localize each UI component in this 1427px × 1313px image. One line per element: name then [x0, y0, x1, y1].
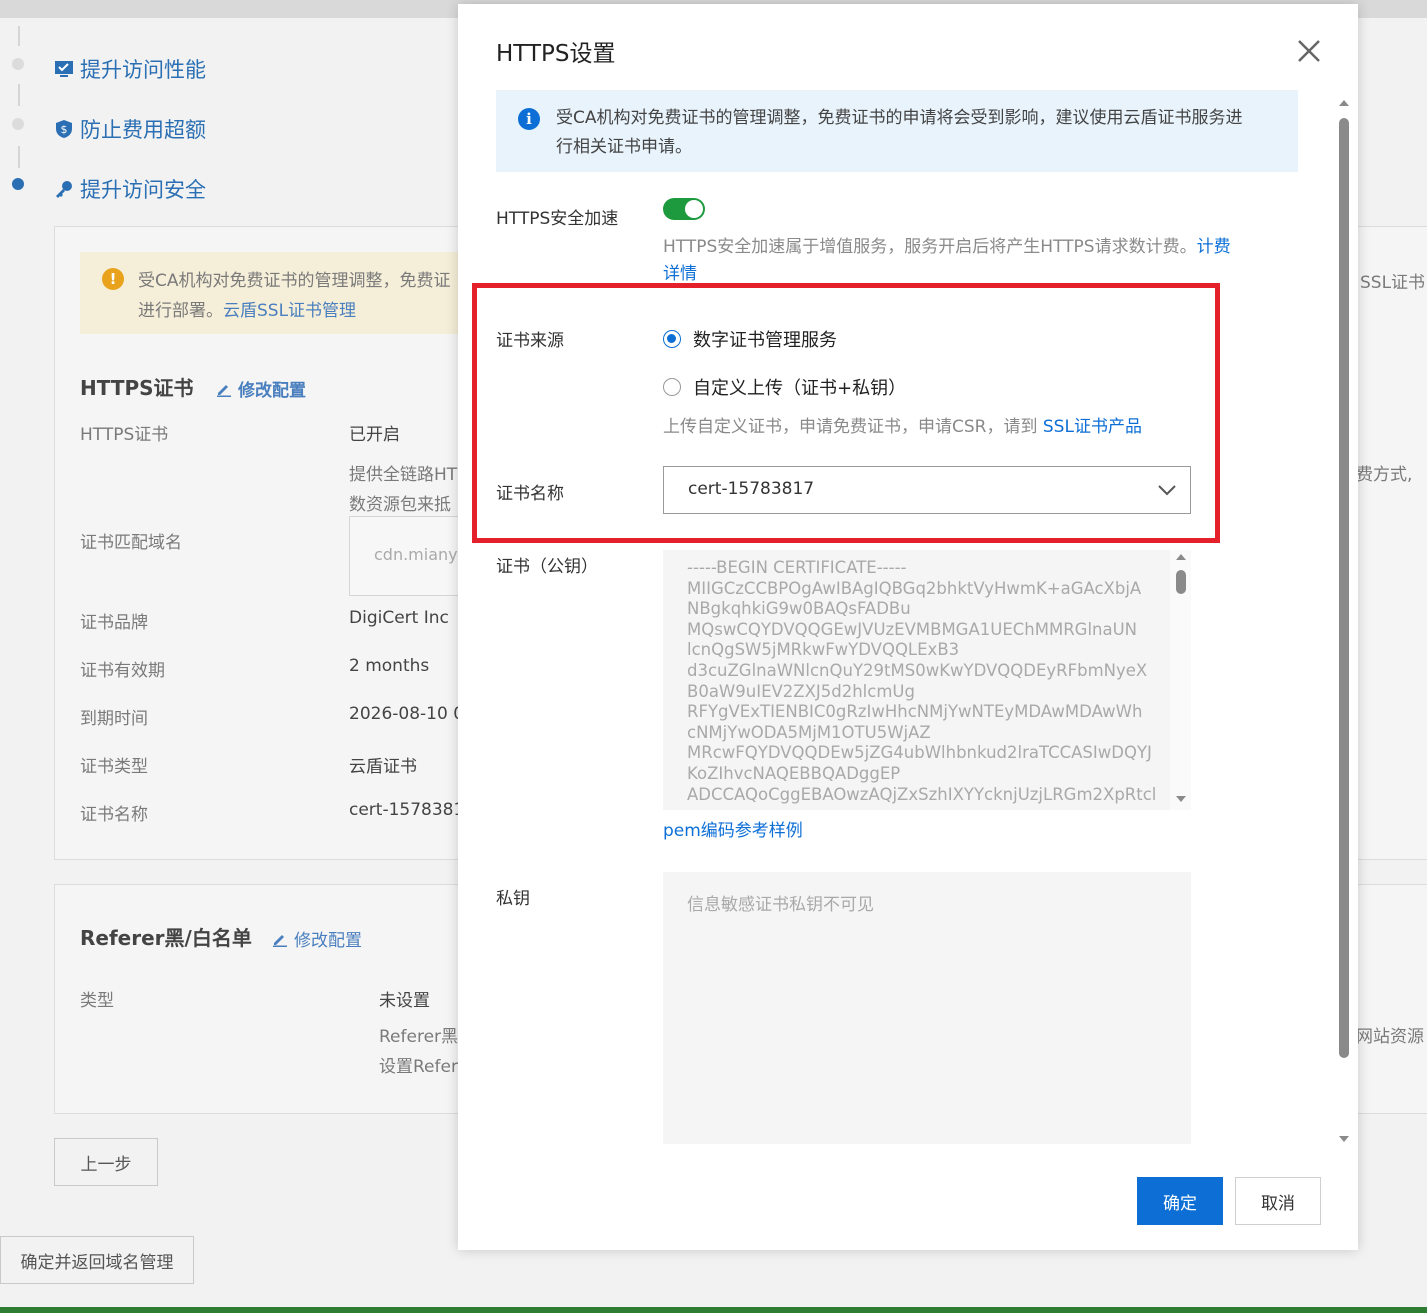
step-label: 提升访问安全 — [80, 178, 206, 202]
radio-custom-upload[interactable]: 自定义上传（证书+私钥） — [663, 374, 906, 400]
toggle-knob — [685, 200, 703, 218]
scroll-thumb[interactable] — [1339, 118, 1349, 1058]
step-line — [18, 26, 20, 46]
row-value: 2 months — [349, 656, 430, 676]
referer-card-title: Referer黑/白名单 — [80, 926, 252, 950]
bg-fragment: 网站资源 — [1356, 1027, 1424, 1047]
https-edit-link[interactable]: 修改配置 — [216, 376, 306, 401]
https-accel-help: HTTPS安全加速属于增值服务，服务开启后将产生HTTPS请求数计费。计费 详情 — [663, 237, 1231, 284]
scroll-up-arrow[interactable] — [1339, 100, 1349, 106]
row-value: 已开启 — [349, 425, 400, 445]
close-icon[interactable] — [1294, 36, 1324, 66]
https-accel-toggle[interactable] — [663, 198, 705, 220]
radio-label: 自定义上传（证书+私钥） — [693, 378, 907, 399]
monitor-check-icon — [55, 61, 73, 77]
cert-name-value: cert-15783817 — [688, 479, 815, 499]
pem-example-link[interactable]: pem编码参考样例 — [663, 818, 803, 845]
https-settings-dialog: HTTPS设置 i 受CA机构对免费证书的管理调整，免费证书的申请将会受到影响，… — [458, 4, 1358, 1250]
scroll-down-arrow[interactable] — [1339, 1136, 1349, 1142]
public-key-scrollbar[interactable] — [1170, 550, 1191, 810]
info-icon: i — [518, 108, 540, 130]
radio-circle — [663, 378, 681, 396]
https-accel-label: HTTPS安全加速 — [496, 209, 619, 229]
private-key-placeholder: 信息敏感证书私钥不可见 — [687, 895, 874, 915]
cert-name-label: 证书名称 — [496, 484, 564, 504]
row-value: 云盾证书 — [349, 757, 417, 777]
referer-type-value: 未设置 — [379, 991, 430, 1011]
row-value: 2026-08-10 0 — [349, 704, 465, 724]
pencil-icon — [273, 934, 287, 947]
step-security[interactable]: 提升访问安全 — [54, 174, 206, 204]
billing-details-link[interactable]: 详情 — [663, 264, 697, 284]
dialog-title: HTTPS设置 — [496, 41, 616, 67]
cancel-button[interactable]: 取消 — [1235, 1177, 1321, 1225]
private-key-label: 私钥 — [496, 889, 530, 909]
scroll-up-arrow[interactable] — [1176, 554, 1186, 560]
step-performance[interactable]: 提升访问性能 — [54, 54, 206, 84]
warning-icon: ! — [102, 268, 124, 290]
cert-name-select[interactable]: cert-15783817 — [663, 466, 1191, 514]
info-banner: i 受CA机构对免费证书的管理调整，免费证书的申请将会受到影响，建议使用云盾证书… — [496, 90, 1298, 172]
row-label: 证书类型 — [80, 757, 148, 777]
warning-line1: 受CA机构对免费证书的管理调整，免费证 — [138, 271, 451, 291]
referer-edit-link[interactable]: 修改配置 — [272, 926, 362, 951]
pencil-icon — [217, 384, 231, 397]
private-key-textarea[interactable]: 信息敏感证书私钥不可见 — [663, 872, 1191, 1144]
step-line — [18, 84, 20, 106]
public-key-textarea[interactable]: -----BEGIN CERTIFICATE----- MIIGCzCCBPOg… — [663, 550, 1191, 810]
https-desc: 提供全链路HT — [349, 465, 458, 485]
step-dot-active — [12, 178, 24, 190]
scroll-thumb[interactable] — [1176, 570, 1186, 594]
row-label: 证书有效期 — [80, 661, 165, 681]
billing-link[interactable]: 计费 — [1197, 237, 1231, 257]
row-label: 到期时间 — [80, 709, 148, 729]
bottom-bar — [0, 1307, 1427, 1313]
chevron-down-icon — [1158, 485, 1176, 496]
bg-fragment: 费方式, — [1356, 465, 1413, 485]
info-text: 受CA机构对免费证书的管理调整，免费证书的申请将会受到影响，建议使用云盾证书服务… — [556, 108, 1243, 157]
warning-line2: 进行部署。云盾SSL证书管理 — [138, 301, 357, 321]
step-dot — [12, 118, 24, 130]
prev-step-button[interactable]: 上一步 — [54, 1138, 158, 1186]
cert-source-label: 证书来源 — [496, 331, 564, 351]
public-key-content: -----BEGIN CERTIFICATE----- MIIGCzCCBPOg… — [687, 558, 1157, 804]
row-label: 证书品牌 — [80, 613, 148, 633]
public-key-label: 证书（公钥） — [496, 557, 598, 577]
step-dot — [12, 58, 24, 70]
https-desc: 数资源包来抵 — [349, 495, 451, 515]
scroll-down-arrow[interactable] — [1176, 796, 1186, 802]
dialog-scrollbar[interactable] — [1336, 100, 1352, 1144]
step-cost[interactable]: $ 防止费用超额 — [54, 114, 206, 144]
svg-text:$: $ — [61, 123, 68, 136]
confirm-return-button[interactable]: 确定并返回域名管理 — [0, 1236, 194, 1284]
referer-type-label: 类型 — [80, 991, 114, 1011]
step-label: 提升访问性能 — [80, 58, 206, 82]
radio-circle-checked — [663, 330, 681, 348]
row-value: cert-1578381 — [349, 800, 465, 820]
row-value: DigiCert Inc — [349, 608, 449, 628]
ssl-manage-link[interactable]: 云盾SSL证书管理 — [223, 301, 356, 321]
ok-button[interactable]: 确定 — [1137, 1177, 1223, 1225]
warning-banner: ! 受CA机构对免费证书的管理调整，免费证 进行部署。云盾SSL证书管理 — [80, 252, 480, 334]
cert-source-help: 上传自定义证书，申请免费证书，申请CSR，请到 SSL证书产品 — [663, 417, 1142, 437]
key-icon — [56, 181, 72, 198]
radio-label: 数字证书管理服务 — [693, 330, 837, 351]
ssl-product-link[interactable]: SSL证书产品 — [1043, 417, 1142, 437]
radio-cert-service[interactable]: 数字证书管理服务 — [663, 326, 837, 352]
row-label: 证书名称 — [80, 805, 148, 825]
row-label: 证书匹配域名 — [80, 533, 182, 553]
https-card-title: HTTPS证书 — [80, 376, 194, 400]
referer-desc: 设置Refer — [379, 1057, 458, 1077]
step-label: 防止费用超额 — [80, 118, 206, 142]
step-line — [18, 146, 20, 168]
referer-desc: Referer黑 — [379, 1027, 459, 1047]
bg-fragment: SSL证书 — [1360, 273, 1426, 293]
row-label: HTTPS证书 — [80, 425, 169, 445]
dollar-shield-icon: $ — [56, 120, 72, 138]
domain-input[interactable]: cdn.miany — [349, 516, 471, 596]
